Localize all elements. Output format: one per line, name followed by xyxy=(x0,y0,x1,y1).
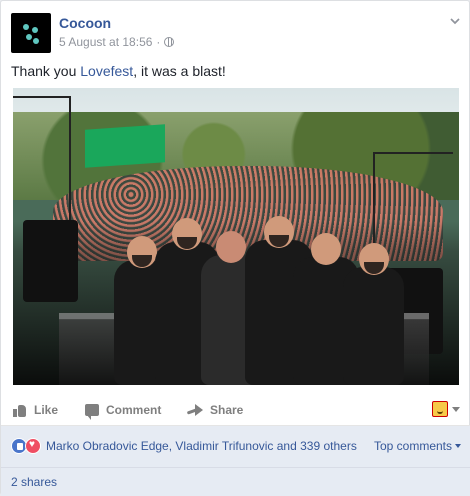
facebook-post: Cocoon 5 August at 18:56 · Thank you Lov… xyxy=(0,0,470,496)
reaction-picker-icon xyxy=(432,401,448,417)
reaction-icons[interactable] xyxy=(11,438,41,454)
person-1-head xyxy=(127,236,157,268)
page-name-link[interactable]: Cocoon xyxy=(59,15,111,31)
person-6-head xyxy=(358,243,389,275)
lovefest-link[interactable]: Lovefest xyxy=(80,63,133,79)
person-2-head xyxy=(172,218,202,250)
reaction-picker-button[interactable] xyxy=(432,401,460,417)
chevron-down-icon xyxy=(452,406,460,412)
share-icon xyxy=(187,403,203,417)
like-icon xyxy=(13,403,27,417)
post-photo[interactable] xyxy=(13,88,459,385)
comment-label: Comment xyxy=(106,403,162,417)
shares-count-link[interactable]: 2 shares xyxy=(1,467,470,496)
globe-icon xyxy=(164,37,175,47)
person-3-head xyxy=(216,231,246,263)
post-action-bar: Like Comment Share xyxy=(1,397,470,425)
page-avatar-logo[interactable] xyxy=(11,13,51,53)
reactions-summary: Marko Obradovic Edge, Vladimir Trifunovi… xyxy=(1,425,470,467)
post-metadata: 5 August at 18:56 · xyxy=(59,35,175,49)
avatar-dot-icon xyxy=(23,24,29,30)
avatar-dot-icon xyxy=(32,27,38,33)
share-label: Share xyxy=(210,403,244,417)
post-header: Cocoon 5 August at 18:56 · xyxy=(11,13,461,53)
post-options-chevron-down-icon[interactable] xyxy=(449,15,461,27)
person-5-head xyxy=(311,233,341,265)
reactors-link[interactable]: Marko Obradovic Edge, Vladimir Trifunovi… xyxy=(46,439,357,453)
post-message: Thank you Lovefest, it was a blast! xyxy=(11,62,226,80)
message-text-after-link: , it was a blast! xyxy=(133,63,226,79)
share-button[interactable]: Share xyxy=(187,403,243,417)
message-text-before-link: Thank you xyxy=(11,63,81,79)
stage-speaker-left xyxy=(23,220,78,302)
top-comments-dropdown[interactable]: Top comments xyxy=(374,439,461,453)
metadata-separator: · xyxy=(156,35,161,49)
person-6 xyxy=(343,243,404,385)
person-4-head xyxy=(264,216,294,248)
like-label: Like xyxy=(34,403,59,417)
love-reaction-icon xyxy=(25,438,41,454)
avatar-dot-icon xyxy=(26,34,32,40)
like-button[interactable]: Like xyxy=(13,403,58,417)
avatar-dot-icon xyxy=(33,38,39,44)
comment-button[interactable]: Comment xyxy=(85,403,162,420)
comment-icon xyxy=(85,404,99,420)
post-timestamp[interactable]: 5 August at 18:56 xyxy=(59,35,152,49)
